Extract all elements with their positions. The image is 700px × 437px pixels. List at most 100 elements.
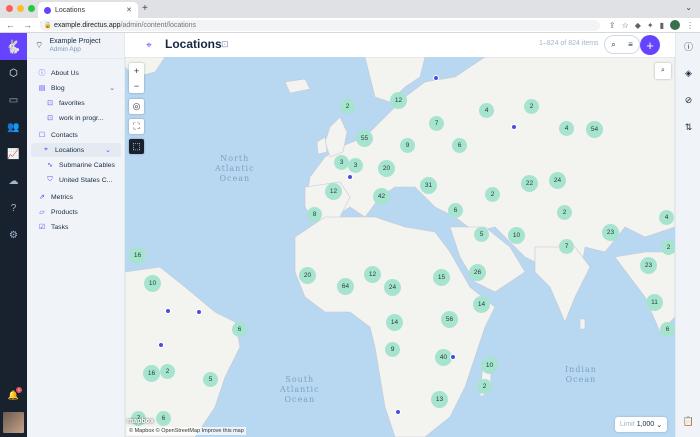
map-cluster[interactable]: 7 (559, 239, 574, 254)
users-module-icon[interactable]: 👥 (0, 114, 27, 141)
tab-search-icon[interactable]: ⌄ (685, 3, 692, 12)
files-module-icon[interactable]: ▭ (0, 87, 27, 114)
map-cluster[interactable]: 5 (203, 372, 218, 387)
map-cluster[interactable]: 23 (640, 257, 657, 274)
maximize-window-button[interactable] (28, 5, 35, 12)
fullscreen-icon[interactable]: ⛶ (129, 119, 144, 134)
map-cluster[interactable]: 20 (299, 267, 316, 284)
map-search-icon[interactable]: ⌕ (655, 63, 671, 79)
map-cluster[interactable]: 4 (659, 210, 674, 225)
url-field[interactable]: 🔒 example.directus.app/admin/content/loc… (40, 20, 600, 31)
map-cluster[interactable]: 16 (129, 247, 146, 264)
map-point[interactable] (450, 354, 456, 360)
layers-icon[interactable]: ◈ (676, 60, 700, 87)
map-cluster[interactable]: 64 (337, 278, 354, 295)
map-cluster[interactable]: 26 (469, 264, 486, 281)
map-cluster[interactable]: 11 (646, 294, 663, 311)
nav-item-submarine-cables[interactable]: ∿ Submarine Cables (27, 158, 125, 172)
clipboard-icon[interactable]: 📋 (676, 408, 700, 435)
insights-module-icon[interactable]: 📈 (0, 141, 27, 168)
map-attribution[interactable]: © Mapbox © OpenStreetMap Improve this ma… (127, 427, 246, 435)
map-cluster[interactable]: 31 (420, 177, 437, 194)
zoom-out-icon[interactable]: − (129, 78, 144, 93)
bookmark-off-icon[interactable]: ⊘ (676, 87, 700, 114)
menu-icon[interactable]: ⋮ (686, 21, 694, 30)
map-cluster[interactable]: 4 (479, 103, 494, 118)
sidepanel-icon[interactable]: ▮ (660, 21, 664, 30)
chevron-down-icon[interactable]: ⌄ (105, 146, 111, 154)
nav-item-work-in-progr[interactable]: ⊡ work in progr... (27, 111, 125, 125)
nav-item-tasks[interactable]: ☑ Tasks (27, 220, 125, 234)
add-item-button[interactable]: + (640, 35, 660, 55)
map-cluster[interactable]: 13 (431, 391, 448, 408)
map-cluster[interactable]: 55 (356, 130, 373, 147)
map-cluster[interactable]: 23 (602, 224, 619, 241)
share-icon[interactable]: ⇪ (609, 21, 616, 30)
map-cluster[interactable]: 6 (448, 203, 463, 218)
nav-item-contacts[interactable]: ☐ Contacts (27, 128, 125, 142)
limit-selector[interactable]: Limit 1,000 ⌄ (615, 417, 667, 432)
map-cluster[interactable]: 2 (485, 187, 500, 202)
profile-avatar[interactable] (670, 20, 680, 30)
map-cluster[interactable]: 42 (373, 188, 390, 205)
browser-tab[interactable]: Locations ✕ (38, 2, 138, 18)
directus-logo-icon[interactable]: 🐇 (0, 33, 27, 60)
puzzle-icon[interactable]: ✦ (647, 21, 654, 30)
user-avatar[interactable] (3, 412, 24, 433)
content-module-icon[interactable]: ⬡ (0, 60, 27, 87)
map-point[interactable] (347, 174, 353, 180)
map-cluster[interactable]: 2 (524, 99, 539, 114)
map-cluster[interactable]: 12 (325, 183, 342, 200)
map-cluster[interactable]: 6 (660, 322, 675, 337)
map-point[interactable] (395, 409, 401, 415)
close-tab-icon[interactable]: ✕ (126, 6, 132, 14)
map-point[interactable] (196, 309, 202, 315)
map-point[interactable] (433, 75, 439, 81)
map-cluster[interactable]: 24 (384, 279, 401, 296)
search-icon[interactable]: ⌕ (611, 40, 615, 50)
map-cluster[interactable]: 2 (160, 364, 175, 379)
map-cluster[interactable]: 2 (340, 99, 355, 114)
map-cluster[interactable]: 10 (508, 227, 525, 244)
map-cluster[interactable]: 7 (429, 116, 444, 131)
map-cluster[interactable]: 3 (334, 155, 349, 170)
map-cluster[interactable]: 4 (559, 121, 574, 136)
map-point[interactable] (511, 124, 517, 130)
close-window-button[interactable] (6, 5, 13, 12)
settings-module-icon[interactable]: ⚙ (0, 222, 27, 249)
map-cluster[interactable]: 6 (156, 411, 171, 426)
nav-item-united-states-c[interactable]: ⛉ United States C... (27, 173, 125, 187)
map-cluster[interactable]: 22 (521, 175, 538, 192)
zoom-in-icon[interactable]: + (129, 63, 144, 78)
search-filter-control[interactable]: ⌕ ≡ (604, 35, 640, 54)
map-cluster[interactable]: 15 (433, 269, 450, 286)
map-cluster[interactable]: 2 (557, 205, 572, 220)
nav-item-favorites[interactable]: ⊡ favorites (27, 96, 125, 110)
nav-item-locations[interactable]: ⌖ Locations ⌄ (31, 143, 121, 157)
cloud-module-icon[interactable]: ☁ (0, 168, 27, 195)
nav-item-metrics[interactable]: ⇗ Metrics (27, 190, 125, 204)
map-cluster[interactable]: 2 (477, 379, 492, 394)
forward-icon[interactable]: → (23, 20, 32, 31)
map-cluster[interactable]: 10 (481, 357, 498, 374)
extension-icon[interactable]: ◆ (635, 21, 641, 30)
map-cluster[interactable]: 5 (474, 227, 489, 242)
map-cluster[interactable]: 8 (307, 207, 322, 222)
map-cluster[interactable]: 14 (386, 314, 403, 331)
map-cluster[interactable]: 14 (473, 296, 490, 313)
info-icon[interactable]: ⓘ (676, 33, 700, 60)
nav-item-blog[interactable]: ▤ Blog ⌄ (27, 81, 125, 95)
nav-item-about-us[interactable]: ⓘ About Us (27, 66, 125, 80)
minimize-window-button[interactable] (17, 5, 24, 12)
map-cluster[interactable]: 16 (143, 365, 160, 382)
box-select-icon[interactable]: ⬚ (129, 139, 144, 154)
nav-item-products[interactable]: ▱ Products (27, 205, 125, 219)
map-cluster[interactable]: 9 (400, 138, 415, 153)
map-cluster[interactable]: 24 (549, 172, 566, 189)
map-cluster[interactable]: 54 (586, 121, 603, 138)
geolocate-control[interactable]: ◎ (129, 99, 144, 114)
box-select-control[interactable]: ⬚ (129, 139, 144, 154)
map-cluster[interactable]: 56 (441, 311, 458, 328)
map-cluster[interactable]: 9 (385, 342, 400, 357)
map-point[interactable] (158, 342, 164, 348)
